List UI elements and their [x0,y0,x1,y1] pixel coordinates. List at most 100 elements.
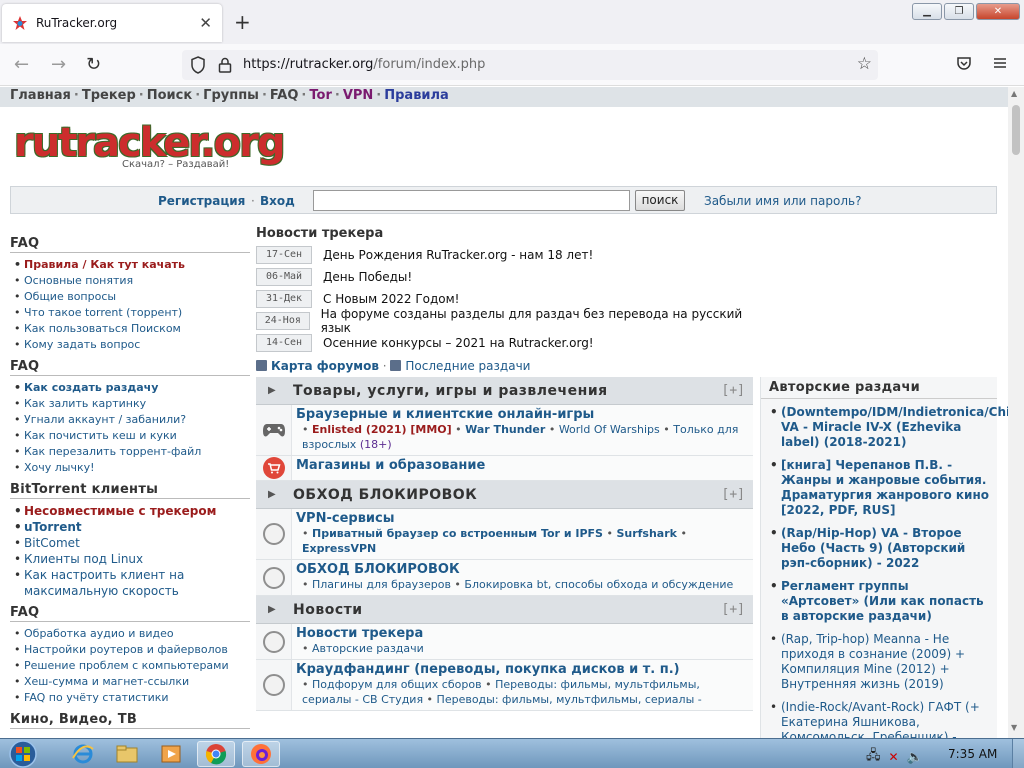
search-button[interactable]: поиск [635,190,685,211]
site-logo[interactable]: rutracker.org Скачал? – Раздавай! [14,123,285,175]
lock-icon[interactable] [218,56,232,74]
explorer-taskbar-icon[interactable] [108,741,146,767]
sidebar-link[interactable]: Основные понятия [14,273,250,289]
pocket-icon[interactable] [956,55,972,71]
news-link[interactable]: На форуме созданы разделы для раздач без… [321,307,756,335]
sidebar-link[interactable]: Хочу лычку! [14,460,250,476]
sidebar-link[interactable]: Решение проблем с компьютерами [14,658,250,674]
author-release-link[interactable]: (Rap, Trip-hop) Meanna - Не приходя в со… [770,632,991,692]
bookmark-star-icon[interactable]: ☆ [857,54,872,74]
menu-rules-link[interactable]: Правила [384,88,449,103]
forum-name-link[interactable]: ОБХОД БЛОКИРОВОК [296,562,749,577]
subforum-link[interactable]: ExpressVPN [302,542,376,555]
author-release-link[interactable]: (Downtempo/IDM/Indietronica/Chillout) VA… [770,405,1008,450]
sidebar-link[interactable]: BitComet [14,535,250,551]
sidebar-link[interactable]: Клиенты под Linux [14,551,250,567]
menu-search-link[interactable]: Поиск [147,88,192,103]
sidebar-link[interactable]: Как почистить кеш и куки [14,428,250,444]
sidebar-link[interactable]: Настройки роутеров и файерволов [14,642,250,658]
restore-button[interactable]: ❐ [944,3,974,20]
register-link[interactable]: Регистрация [158,194,245,208]
sidebar-link[interactable]: FAQ по учёту статистики [14,690,250,706]
subforum-link[interactable]: Блокировка bt, способы обхода и обсужден… [464,578,733,591]
forward-icon[interactable]: → [51,54,66,75]
menu-faq-link[interactable]: FAQ [270,88,299,103]
expand-category-button[interactable]: [+] [722,602,745,617]
reload-icon[interactable]: ↻ [86,54,101,75]
author-release-link[interactable]: Регламент группы «Артсовет» (Или как поп… [770,579,991,624]
menu-groups-link[interactable]: Группы [203,88,259,103]
news-link[interactable]: С Новым 2022 Годом! [323,292,460,306]
sidebar-link[interactable]: Как залить картинку [14,396,250,412]
news-link[interactable]: День Рождения RuTracker.org - нам 18 лет… [323,248,593,262]
news-link[interactable]: Осенние конкурсы – 2021 на Rutracker.org… [323,336,594,350]
subforum-link[interactable]: War Thunder [465,423,545,436]
scroll-down-icon[interactable]: ▼ [1011,723,1017,732]
sidebar-link[interactable]: Кому задать вопрос [14,337,250,353]
author-release-link[interactable]: (Rap/Hip-Hop) VA - Второе Небо (Часть 9)… [770,526,991,571]
scrollbar-thumb[interactable] [1012,105,1020,155]
sidebar-link[interactable]: Правила / Как тут качать [14,257,250,273]
subforum-link[interactable]: Плагины для браузеров [312,578,451,591]
forum-name-link[interactable]: Браузерные и клиентские онлайн-игры [296,407,749,422]
browser-tab[interactable]: RuTracker.org ✕ [2,4,222,42]
forum-name-link[interactable]: Краудфандинг (переводы, покупка дисков и… [296,662,749,677]
author-release-link[interactable]: (Indie-Rock/Avant-Rock) ГАФТ (+ Екатерин… [770,700,991,738]
login-search-input[interactable] [313,190,630,211]
latest-releases-link[interactable]: Последние раздачи [405,359,530,373]
new-tab-button[interactable]: + [234,10,251,34]
forum-category-title[interactable]: Товары, услуги, игры и развлечения [293,383,722,399]
sidebar-link[interactable]: Как создать раздачу [14,380,250,396]
menu-tor-link[interactable]: Tor [309,88,331,103]
subforum-link[interactable]: Авторские раздачи [312,642,424,655]
forum-category-header[interactable]: ▶ Товары, услуги, игры и развлечения [+] [256,377,753,405]
sidebar-link[interactable]: Обработка аудио и видео [14,626,250,642]
page-scrollbar[interactable]: ▲ ▼ [1008,87,1024,738]
forum-map-link[interactable]: Карта форумов [271,359,379,373]
subforum-link[interactable]: Подфорум для общих сборов [312,678,482,691]
menu-vpn-link[interactable]: VPN [343,88,373,103]
forum-name-link[interactable]: Магазины и образование [296,458,749,473]
forgot-password-link[interactable]: Забыли имя или пароль? [704,194,861,208]
expand-category-button[interactable]: [+] [722,383,745,398]
forum-category-title[interactable]: Новости [293,602,722,618]
sidebar-link[interactable]: Что такое torrent (торрент) [14,305,250,321]
subforum-link[interactable]: Переводы: фильмы, мультфильмы, сериалы - [437,693,702,706]
minimize-button[interactable]: ▁ [912,3,942,20]
forum-category-header[interactable]: ▶ ОБХОД БЛОКИРОВОК [+] [256,481,753,509]
menu-tracker-link[interactable]: Трекер [82,88,136,103]
media-player-taskbar-icon[interactable] [152,741,190,767]
forum-category-header[interactable]: ▶ Новости [+] [256,596,753,624]
sidebar-link[interactable]: Угнали аккаунт / забанили? [14,412,250,428]
ie-taskbar-icon[interactable] [64,741,102,767]
sidebar-link[interactable]: Несовместимые с трекером [14,503,250,519]
subforum-link[interactable]: (18+) [360,438,392,451]
expand-triangle-icon[interactable]: ▶ [268,604,293,615]
subforum-link[interactable]: Surfshark [616,527,677,540]
back-icon[interactable]: ← [14,54,29,75]
sidebar-link[interactable]: Хеш-сумма и магнет-ссылки [14,674,250,690]
expand-triangle-icon[interactable]: ▶ [268,385,293,396]
chrome-taskbar-icon[interactable] [197,741,235,767]
author-release-link[interactable]: [книга] Черепанов П.В. - Жанры и жанровы… [770,458,991,518]
menu-home-link[interactable]: Главная [10,88,71,103]
forum-name-link[interactable]: Новости трекера [296,626,749,641]
login-link[interactable]: Вход [260,194,295,208]
action-center-icon[interactable]: 🖧 [866,746,881,768]
forum-category-title[interactable]: ОБХОД БЛОКИРОВОК [293,487,722,503]
sidebar-link[interactable]: uTorrent [14,519,250,535]
tracking-shield-icon[interactable] [190,56,206,74]
subforum-link[interactable]: Приватный браузер со встроенным Tor и IP… [312,527,603,540]
start-orb-icon[interactable] [6,739,40,768]
volume-icon[interactable]: 🔈 [907,750,923,765]
network-icon[interactable]: ✕ [889,750,899,764]
taskbar-clock[interactable]: 7:35 AM [948,747,997,761]
address-bar[interactable]: https://rutracker.org/forum/index.php ☆ [182,50,878,80]
sidebar-link[interactable]: Как перезалить торрент-файл [14,444,250,460]
expand-category-button[interactable]: [+] [722,487,745,502]
tab-close-icon[interactable]: ✕ [199,14,212,32]
sidebar-link[interactable]: Как пользоваться Поиском [14,321,250,337]
sidebar-link[interactable]: Как настроить клиент на максимальную ско… [14,567,250,599]
firefox-taskbar-icon[interactable] [242,741,280,767]
show-desktop-button[interactable] [1012,739,1024,768]
